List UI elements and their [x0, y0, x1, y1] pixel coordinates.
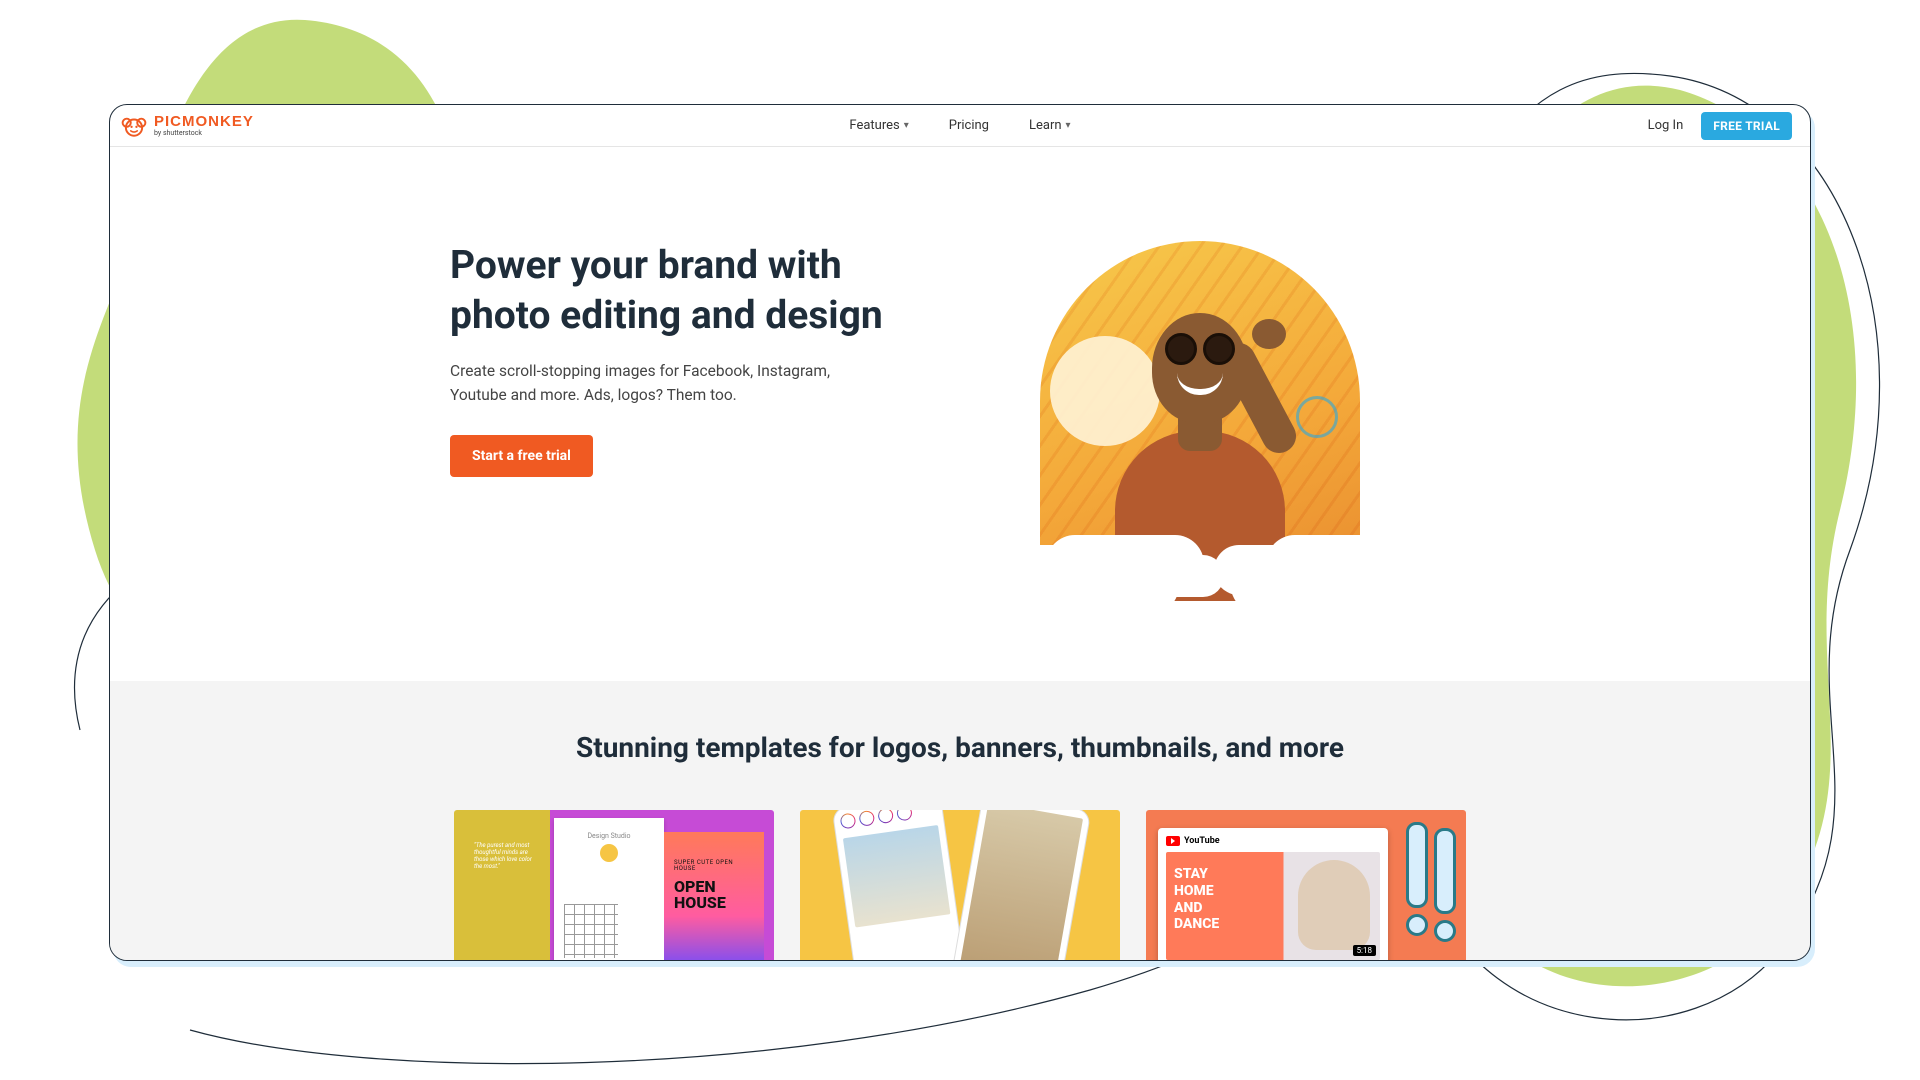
flyers-big2: HOUSE [674, 893, 726, 912]
monkey-icon [120, 112, 148, 140]
free-trial-button[interactable]: FREE TRIAL [1701, 112, 1792, 140]
hero-title: Power your brand with photo editing and … [450, 241, 910, 341]
nav-features[interactable]: Features ▾ [849, 118, 908, 133]
flyers-small: SUPER CUTE OPEN HOUSE [674, 860, 754, 873]
start-trial-button[interactable]: Start a free trial [450, 435, 593, 477]
hero-image [1040, 241, 1370, 611]
login-link[interactable]: Log In [1648, 118, 1684, 133]
yt-duration: 5:18 [1353, 945, 1376, 956]
yt-l1: STAY [1174, 866, 1208, 882]
template-instagram-thumb [800, 810, 1120, 961]
template-youtube-thumb: YouTube STAY HOME AND DANCE 5:18 [1146, 810, 1466, 961]
chevron-down-icon: ▾ [1066, 120, 1071, 131]
template-flyers-thumb: "The purest and most thoughtful minds ar… [454, 810, 774, 961]
hero-subtitle: Create scroll-stopping images for Facebo… [450, 359, 850, 407]
nav-features-label: Features [849, 118, 899, 133]
youtube-logo-text: YouTube [1184, 836, 1220, 846]
template-youtube[interactable]: YouTube STAY HOME AND DANCE 5:18 [1146, 810, 1466, 961]
brand-name: PICMONKEY [154, 114, 254, 129]
nav-pricing[interactable]: Pricing [949, 118, 989, 133]
top-nav: PICMONKEY by shutterstock Features ▾ Pri… [110, 105, 1810, 147]
nav-learn-label: Learn [1029, 118, 1062, 133]
templates-section: Stunning templates for logos, banners, t… [110, 681, 1810, 961]
brand-sub: by shutterstock [154, 130, 254, 137]
site-window: PICMONKEY by shutterstock Features ▾ Pri… [109, 104, 1811, 961]
nav-pricing-label: Pricing [949, 118, 989, 133]
chevron-down-icon: ▾ [904, 120, 909, 131]
yt-l2: HOME [1174, 883, 1214, 899]
youtube-play-icon [1166, 836, 1180, 846]
template-instagram[interactable]: Instagram [800, 810, 1120, 961]
hero-section: Power your brand with photo editing and … [110, 147, 1810, 681]
brand-logo[interactable]: PICMONKEY by shutterstock [120, 112, 254, 140]
yt-l3: AND [1174, 900, 1202, 916]
templates-heading: Stunning templates for logos, banners, t… [110, 731, 1810, 764]
nav-learn[interactable]: Learn ▾ [1029, 118, 1071, 133]
template-flyers[interactable]: "The purest and most thoughtful minds ar… [454, 810, 774, 961]
yt-l4: DANCE [1174, 916, 1219, 932]
